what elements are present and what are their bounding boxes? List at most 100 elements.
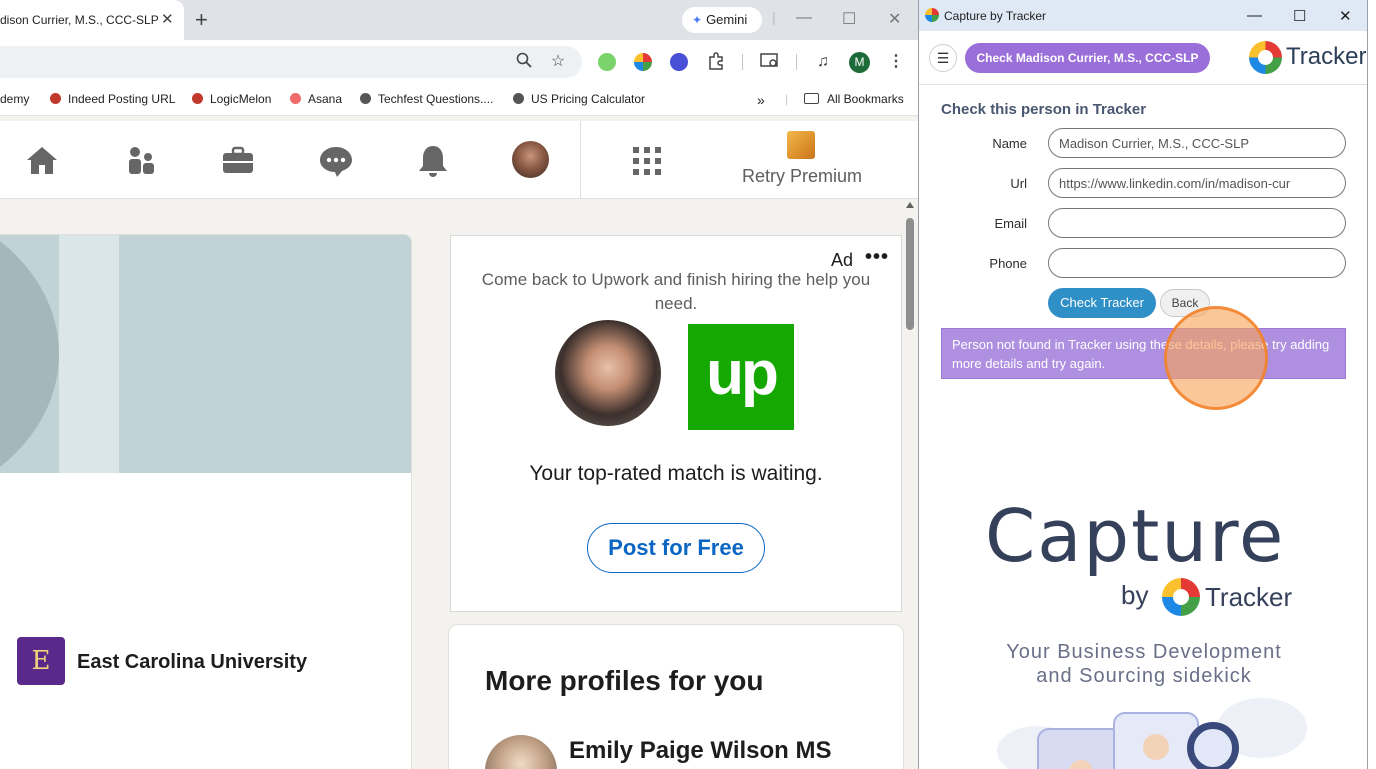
form-heading: Check this person in Tracker [941,101,1147,118]
scroll-thumb[interactable] [906,218,914,330]
capture-brand: Capture by Tracker Your Business Develop… [919,494,1367,769]
bookmark-item[interactable]: Asana [290,92,342,106]
minimize-icon[interactable]: — [796,9,812,27]
me-avatar[interactable] [512,141,549,178]
more-menu-icon[interactable]: ⋮ [886,52,906,72]
post-for-free-button[interactable]: Post for Free [587,523,765,573]
capture-brand-word: Capture [985,494,1286,578]
linkedin-nav: Retry Premium [0,121,918,199]
globe-icon [513,93,524,104]
tracker-logo-word: Tracker [1286,43,1367,70]
bookmark-label: Techfest Questions.... [378,92,494,106]
bookmark-item[interactable]: Indeed Posting URL [50,92,175,106]
not-found-alert: Person not found in Tracker using these … [941,328,1346,379]
click-indicator [1164,306,1268,410]
active-tab[interactable]: dison Currier, M.S., CCC-SLP ✕ [0,0,184,40]
profile-avatar[interactable]: M [849,52,870,73]
toolbar-divider [796,54,797,70]
page-scrollbar[interactable] [904,200,916,769]
by-word: by [1121,580,1149,610]
bookmark-favicon-icon [50,93,61,104]
ad-options-icon[interactable]: ••• [865,246,889,269]
check-person-pill[interactable]: Check Madison Currier, M.S., CCC-SLP [965,43,1210,73]
capture-header: ☰ Check Madison Currier, M.S., CCC-SLP T… [919,31,1367,85]
folder-icon [804,93,819,104]
jobs-briefcase-icon[interactable] [220,143,256,179]
capture-minimize-icon[interactable]: — [1247,7,1262,24]
university-name[interactable]: East Carolina University [77,651,307,674]
bookmark-item[interactable]: demy [0,92,29,106]
email-label: Email [994,216,1027,231]
bookmark-item[interactable]: US Pricing Calculator [513,92,645,106]
capture-window: Capture by Tracker — ☐ ✕ ☰ Check Madison… [918,0,1368,769]
bookmark-item[interactable]: Techfest Questions.... [360,92,493,106]
bookmark-star-icon[interactable]: ☆ [548,52,568,72]
capture-maximize-icon[interactable]: ☐ [1293,7,1306,25]
new-tab-icon[interactable]: + [195,7,208,33]
tab-close-icon[interactable]: ✕ [161,10,174,28]
upwork-ad-card: Ad ••• Come back to Upwork and finish hi… [450,235,902,612]
profile-suggestion-avatar[interactable] [485,735,557,769]
my-network-icon[interactable] [123,143,159,179]
check-tracker-button[interactable]: Check Tracker [1048,288,1156,318]
extensions-puzzle-icon[interactable] [706,52,726,72]
bookmark-label: US Pricing Calculator [531,92,646,106]
bookmark-favicon-icon [192,93,203,104]
home-icon[interactable] [24,143,60,179]
screen-search-icon[interactable] [760,52,780,72]
name-label: Name [992,136,1027,151]
extension-globe-icon[interactable] [670,53,688,71]
brand-tagline: Your Business Development and Sourcing s… [959,640,1329,688]
more-profiles-card: More profiles for you Emily Paige Wilson… [448,624,904,769]
browser-window: dison Currier, M.S., CCC-SLP ✕ + ✦ Gemini… [0,0,918,769]
gemini-label: Gemini [706,12,748,27]
gemini-button[interactable]: ✦ Gemini [682,7,762,33]
profile-card: E East Carolina University [0,234,412,769]
notifications-bell-icon[interactable] [415,143,451,179]
capture-window-title: Capture by Tracker [944,9,1047,23]
apps-grid-icon[interactable] [629,143,665,179]
asana-icon [290,93,301,104]
zoom-icon[interactable] [514,52,534,72]
tracker-brand-swirl-icon [1162,578,1200,616]
bookmark-label: Indeed Posting URL [68,92,176,106]
phone-field[interactable] [1048,248,1346,278]
bookmark-item[interactable]: LogicMelon [192,92,271,106]
scroll-up-arrow-icon[interactable] [906,202,914,208]
tracker-favicon-icon [925,8,939,22]
extension-frog-icon[interactable] [598,53,616,71]
all-bookmarks-button[interactable]: All Bookmarks [804,92,904,106]
nav-divider [580,121,581,199]
tagline-line-1: Your Business Development [1006,641,1282,663]
premium-icon[interactable] [787,131,815,159]
globe-icon [360,93,371,104]
ad-tagline: Your top-rated match is waiting. [529,462,823,485]
media-control-icon[interactable]: ♫ [813,52,833,72]
name-field[interactable]: Madison Currier, M.S., CCC-SLP [1048,128,1346,158]
address-bar[interactable]: ☆ [0,46,582,78]
hamburger-menu-icon[interactable]: ☰ [929,44,957,72]
tab-strip: dison Currier, M.S., CCC-SLP ✕ + ✦ Gemini… [0,0,918,40]
close-window-icon[interactable]: ✕ [888,9,901,29]
url-field[interactable]: https://www.linkedin.com/in/madison-cur [1048,168,1346,198]
bookmark-label: LogicMelon [210,92,272,106]
maximize-icon[interactable]: ☐ [842,9,856,29]
tagline-line-2: and Sourcing sidekick [1036,665,1252,687]
email-field[interactable] [1048,208,1346,238]
capture-titlebar: Capture by Tracker — ☐ ✕ [919,0,1367,31]
brand-illustration [997,698,1307,769]
banner-stripe [59,235,119,473]
more-profiles-title: More profiles for you [485,665,764,696]
tabstrip-divider: | [772,9,776,25]
university-logo[interactable]: E [17,637,65,685]
more-bookmarks-chevron-icon[interactable]: » [757,92,765,108]
capture-close-icon[interactable]: ✕ [1339,7,1352,25]
messaging-icon[interactable] [318,143,354,179]
tracker-extension-icon[interactable] [634,53,652,71]
premium-link[interactable]: Retry Premium [742,166,862,187]
bookmarks-divider: | [785,92,789,106]
url-label: Url [1010,176,1027,191]
ad-person-photo [555,320,661,426]
tracker-logo: Tracker [1249,40,1367,76]
profile-suggestion-name[interactable]: Emily Paige Wilson MS [569,737,832,765]
